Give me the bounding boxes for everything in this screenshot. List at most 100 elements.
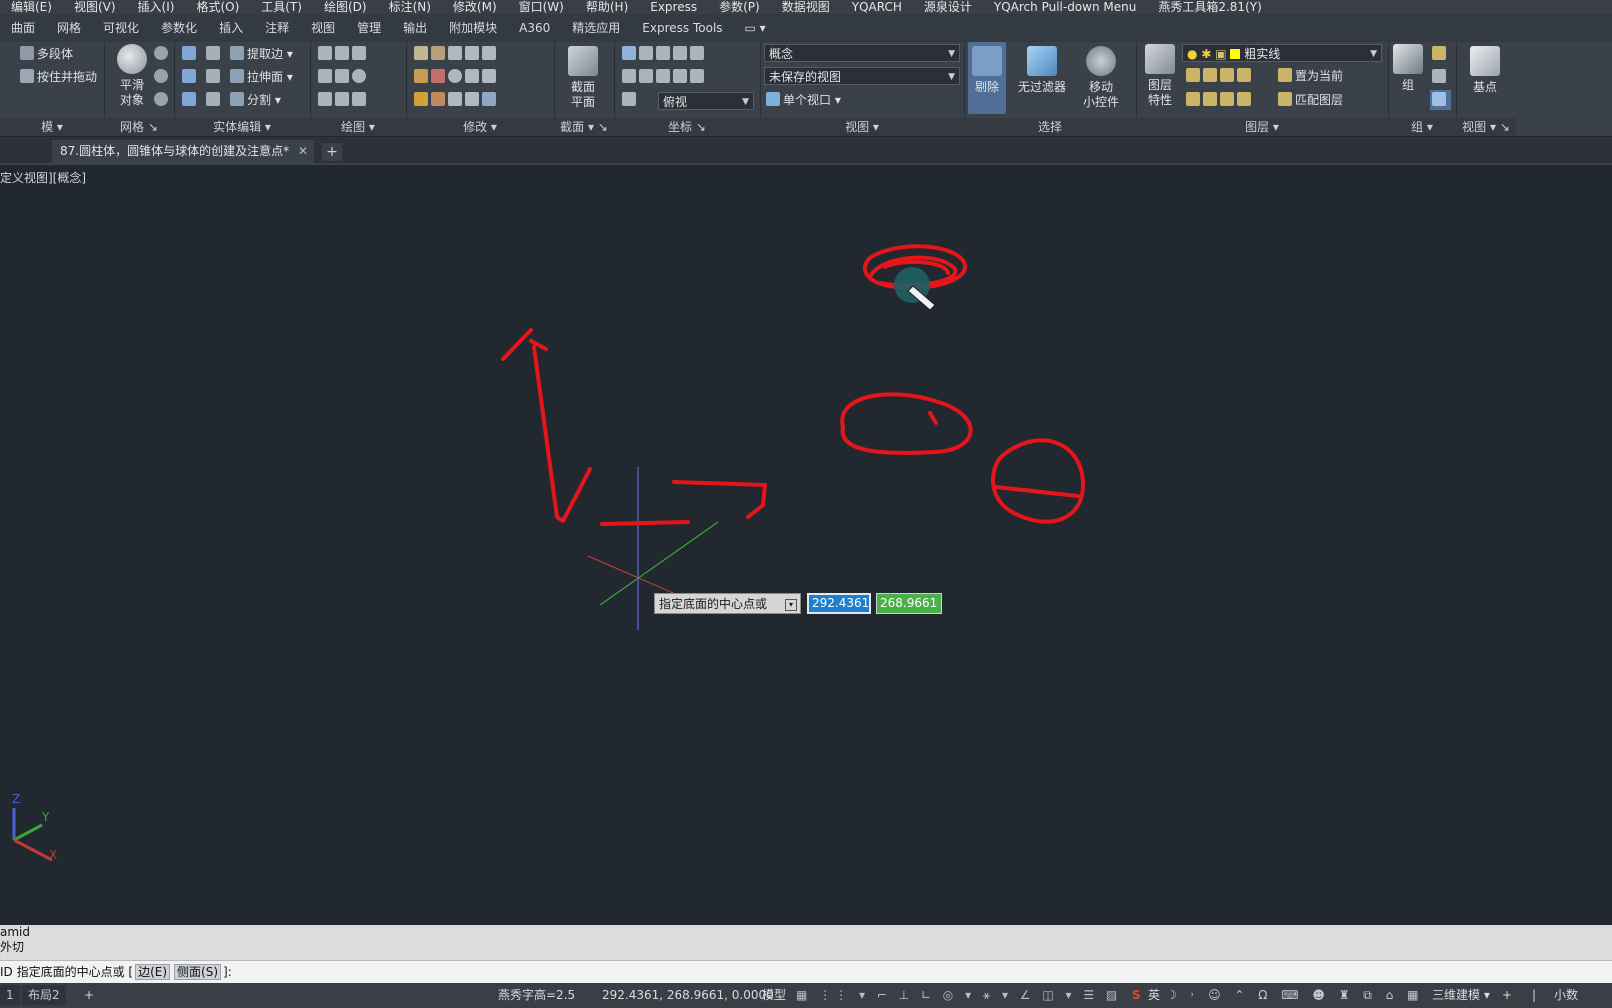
ribbon-tab-8[interactable]: 输出 bbox=[392, 14, 438, 42]
menu-item-2[interactable]: 插入(I) bbox=[127, 1, 186, 14]
group-button[interactable]: 组 bbox=[1390, 44, 1426, 93]
ribbon-tab-12[interactable]: Express Tools bbox=[631, 14, 733, 42]
intersect-button[interactable] bbox=[182, 92, 199, 108]
ribbon-tab-11[interactable]: 精选应用 bbox=[561, 14, 631, 42]
panel-title-modeling[interactable]: 模 ▾ bbox=[0, 118, 104, 136]
ungroup-button[interactable] bbox=[1432, 69, 1449, 85]
layer-properties-button[interactable]: 图层 特性 bbox=[1140, 44, 1180, 108]
coords-row-1[interactable] bbox=[622, 46, 707, 62]
separate-button[interactable]: 分割 ▾ bbox=[230, 92, 281, 108]
layout-tab-1[interactable]: 1 bbox=[0, 985, 20, 1005]
ribbon-tab-6[interactable]: 视图 bbox=[300, 14, 346, 42]
layer-tools-row-2[interactable] bbox=[1186, 92, 1254, 108]
menu-item-12[interactable]: 数据视图 bbox=[771, 1, 841, 14]
union-button[interactable] bbox=[182, 46, 199, 62]
extract-edges-button[interactable]: 提取边 ▾ bbox=[230, 46, 293, 62]
workspace-switcher[interactable]: 三维建模 ▾ bbox=[1432, 983, 1490, 1008]
panel-title-section[interactable]: 截面 ▾ ↘ bbox=[554, 118, 614, 136]
viewport-config-button[interactable]: 单个视口 ▾ bbox=[766, 92, 841, 108]
modify-row-3[interactable] bbox=[414, 92, 499, 108]
ribbon-tab-5[interactable]: 注释 bbox=[254, 14, 300, 42]
modify-row-1[interactable] bbox=[414, 46, 499, 62]
coords-row-3[interactable] bbox=[622, 92, 639, 108]
menu-item-10[interactable]: Express bbox=[639, 1, 708, 14]
ribbon-tab-10[interactable]: A360 bbox=[508, 14, 561, 42]
layer-combo[interactable]: ● ✱ ▣ 粗实线 ▼ bbox=[1182, 44, 1382, 62]
panel-title-draw[interactable]: 绘图 ▾ bbox=[310, 118, 406, 136]
group-select-toggle[interactable] bbox=[1430, 90, 1451, 110]
menu-item-11[interactable]: 参数(P) bbox=[708, 1, 771, 14]
option-side[interactable]: 侧面(S) bbox=[174, 964, 222, 980]
add-layout-button[interactable]: + bbox=[84, 983, 94, 1008]
menu-item-3[interactable]: 格式(O) bbox=[185, 1, 250, 14]
dynamic-input-y-field[interactable]: 268.9661 bbox=[876, 593, 942, 614]
menu-item-7[interactable]: 修改(M) bbox=[442, 1, 508, 14]
ribbon-options-icon[interactable]: ▭ ▾ bbox=[734, 14, 777, 42]
solid-tool-1[interactable] bbox=[206, 46, 223, 62]
panel-title-mesh[interactable]: 网格 ↘ bbox=[104, 118, 174, 136]
ime-logo-icon[interactable]: S bbox=[1132, 983, 1141, 1008]
menu-item-14[interactable]: 源泉设计 bbox=[913, 1, 983, 14]
menu-item-6[interactable]: 标注(N) bbox=[378, 1, 442, 14]
set-current-button[interactable]: 置为当前 bbox=[1278, 68, 1343, 84]
menu-item-4[interactable]: 工具(T) bbox=[250, 1, 313, 14]
panel-title-view[interactable]: 视图 ▾ bbox=[760, 118, 964, 136]
new-tab-button[interactable]: + bbox=[322, 143, 342, 161]
draw-tool-3[interactable] bbox=[318, 92, 369, 108]
presspull-button[interactable]: 按住并拖动 bbox=[20, 69, 97, 85]
ribbon-tab-0[interactable]: 曲面 bbox=[0, 14, 46, 42]
solid-tool-3[interactable] bbox=[206, 92, 223, 108]
mesh-tool-1[interactable] bbox=[154, 46, 171, 62]
document-tab[interactable]: 87.圆柱体，圆锥体与球体的创建及注意点* ✕ bbox=[52, 140, 314, 163]
no-filter-button[interactable]: 无过滤器 bbox=[1014, 46, 1070, 95]
menu-item-13[interactable]: YQARCH bbox=[841, 1, 913, 14]
ribbon-tab-7[interactable]: 管理 bbox=[346, 14, 392, 42]
ime-toolbar-icons[interactable]: ☽ ˒ ☺ ⌃ Ω ⌨ ☻ ♜ ⧉ ⌂ ▦ bbox=[1166, 983, 1423, 1008]
ime-language-indicator[interactable]: 英 bbox=[1148, 983, 1160, 1008]
layer-tools-row-1[interactable] bbox=[1186, 68, 1254, 84]
layout-tab-2[interactable]: 布局2 bbox=[22, 985, 66, 1005]
panel-title-group[interactable]: 组 ▾ bbox=[1388, 118, 1456, 136]
subtract-button[interactable] bbox=[182, 69, 199, 85]
polysolid-button[interactable]: 多段体 bbox=[20, 46, 73, 62]
base-view-button[interactable]: 基点 bbox=[1462, 46, 1508, 95]
ribbon-tab-3[interactable]: 参数化 bbox=[150, 14, 208, 42]
ribbon-tab-1[interactable]: 网格 bbox=[46, 14, 92, 42]
ribbon-tab-2[interactable]: 可视化 bbox=[92, 14, 150, 42]
visual-style-combo[interactable]: 概念 ▼ bbox=[764, 44, 960, 62]
ribbon-tab-9[interactable]: 附加模块 bbox=[438, 14, 508, 42]
option-edge[interactable]: 边(E) bbox=[135, 964, 171, 980]
match-layer-button[interactable]: 匹配图层 bbox=[1278, 92, 1343, 108]
modify-row-2[interactable] bbox=[414, 69, 499, 85]
status-toggle-icons[interactable]: ▦ ⋮⋮ ▾ ⌐ ⊥ ∟ ◎ ▾ ⚹ ▾ ∠ ◫ ▾ ☰ ▨ bbox=[796, 983, 1121, 1008]
section-plane-button[interactable]: 截面 平面 bbox=[560, 46, 606, 110]
ribbon-tab-4[interactable]: 插入 bbox=[208, 14, 254, 42]
drawing-viewport[interactable]: 定义视图][概念] Z Y X 指定底面的中心点或 ▾ 292.4361 268… bbox=[0, 165, 1612, 925]
menu-item-5[interactable]: 绘图(D) bbox=[313, 1, 378, 14]
dynamic-input-x-field[interactable]: 292.4361 bbox=[807, 593, 871, 614]
group-edit-button[interactable] bbox=[1432, 46, 1449, 62]
smooth-object-button[interactable]: 平滑 对象 bbox=[112, 44, 152, 108]
menu-item-1[interactable]: 视图(V) bbox=[63, 1, 127, 14]
ortho-view-combo[interactable]: 俯视 ▼ bbox=[658, 92, 754, 110]
coords-row-2[interactable] bbox=[622, 69, 707, 85]
command-line[interactable]: ID 指定底面的中心点或 [边(E) 侧面(S)]: bbox=[0, 960, 1612, 983]
units-readout[interactable]: 小数 bbox=[1554, 983, 1578, 1008]
crosshair-toggle-icon[interactable]: + bbox=[1502, 983, 1512, 1008]
menu-item-0[interactable]: 编辑(E) bbox=[0, 1, 63, 14]
panel-title-modify[interactable]: 修改 ▾ bbox=[406, 118, 554, 136]
menu-item-9[interactable]: 帮助(H) bbox=[575, 1, 639, 14]
extrude-faces-button[interactable]: 拉伸面 ▾ bbox=[230, 69, 293, 85]
panel-title-view-base[interactable]: 视图 ▾ ↘ bbox=[1456, 118, 1516, 136]
model-space-button[interactable]: 模型 bbox=[762, 983, 786, 1008]
panel-title-coordinates[interactable]: 坐标 ↘ bbox=[614, 118, 760, 136]
draw-tool-1[interactable] bbox=[318, 46, 369, 62]
cull-button[interactable]: 剔除 bbox=[968, 42, 1006, 114]
solid-tool-2[interactable] bbox=[206, 69, 223, 85]
named-view-combo[interactable]: 未保存的视图 ▼ bbox=[764, 67, 960, 85]
panel-title-layers[interactable]: 图层 ▾ bbox=[1136, 118, 1388, 136]
mesh-tool-2[interactable] bbox=[154, 69, 171, 85]
panel-title-solid-edit[interactable]: 实体编辑 ▾ bbox=[174, 118, 310, 136]
dynamic-input-prompt[interactable]: 指定底面的中心点或 ▾ bbox=[654, 593, 801, 614]
menu-item-16[interactable]: 燕秀工具箱2.81(Y) bbox=[1147, 1, 1272, 14]
